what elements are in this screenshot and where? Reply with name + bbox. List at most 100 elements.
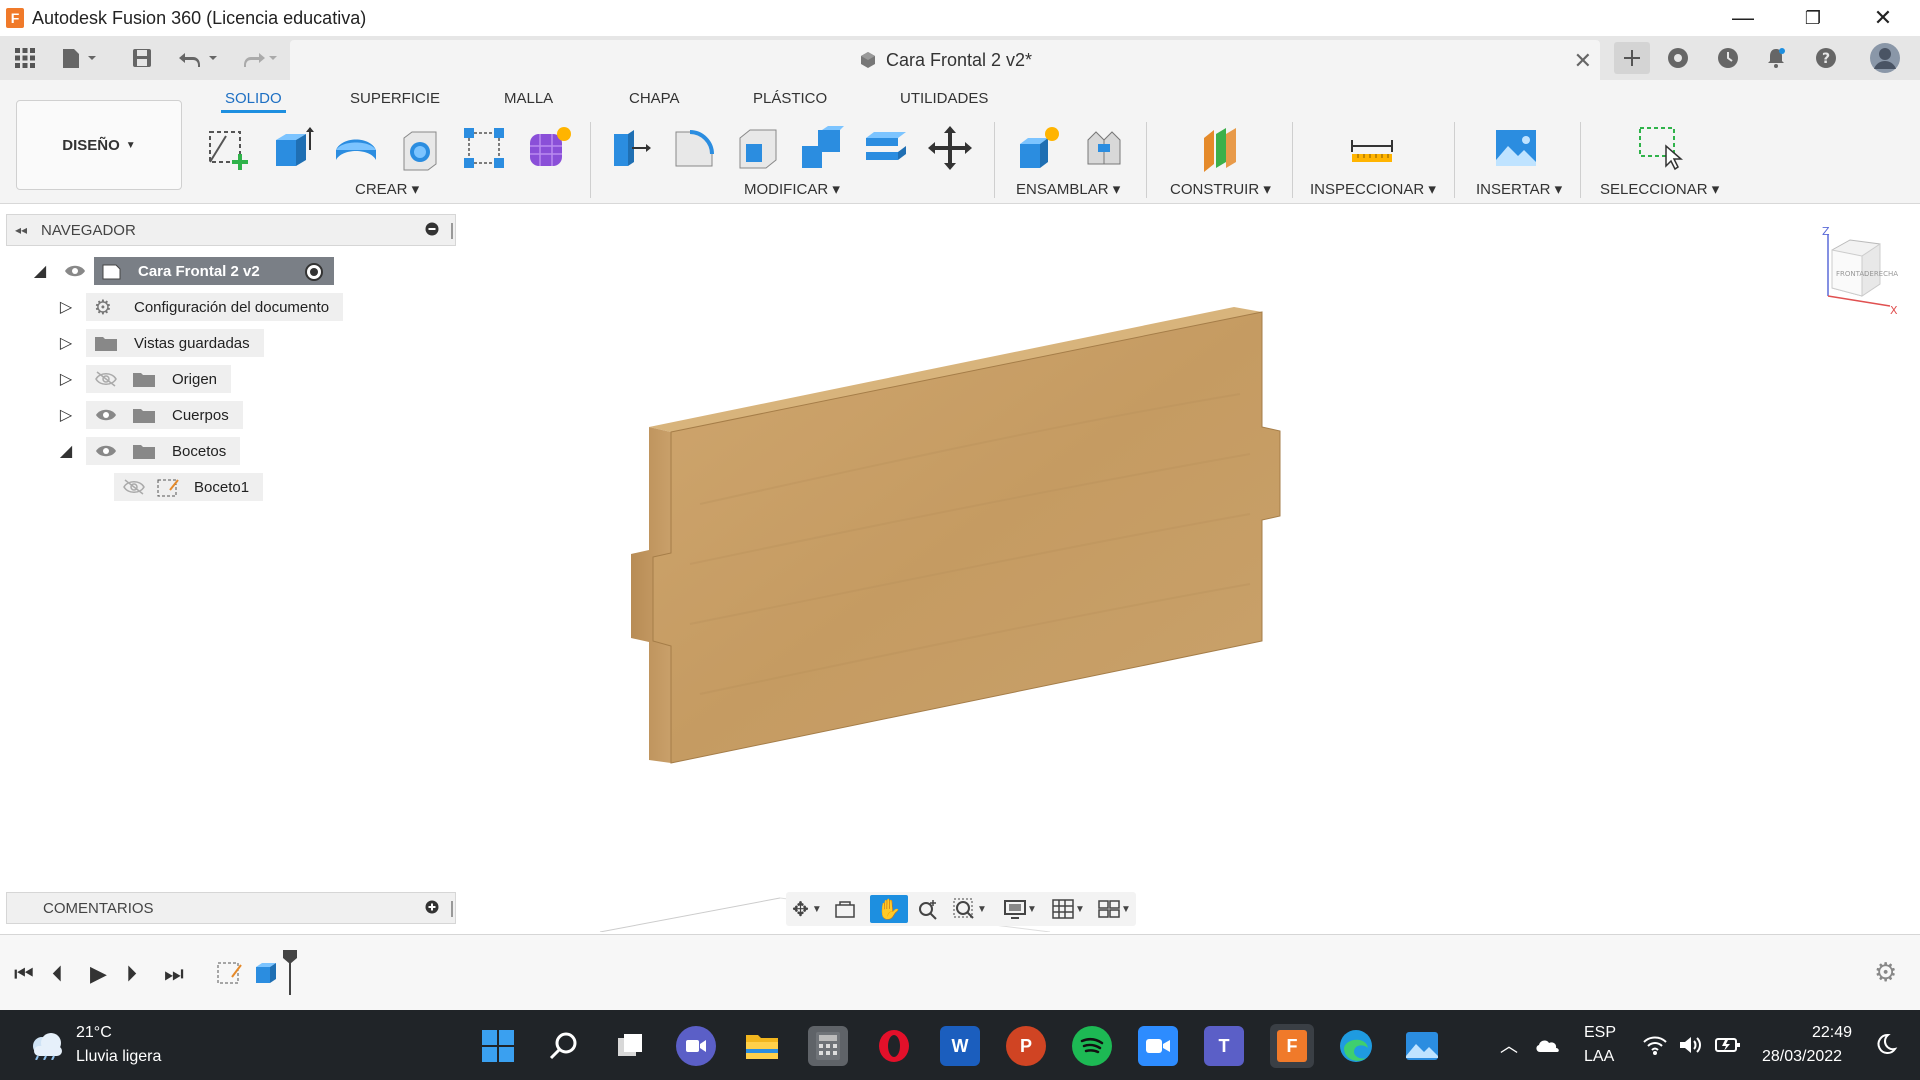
measure-tool[interactable]: [1346, 122, 1398, 174]
collapse-panel-icon[interactable]: ◂◂: [15, 223, 27, 237]
tab-solido[interactable]: SOLIDO: [221, 90, 286, 113]
weather-temperature[interactable]: 21°C: [76, 1024, 112, 1042]
insert-canvas-tool[interactable]: [1490, 122, 1542, 174]
apps-grid-icon[interactable]: [10, 44, 40, 72]
display-settings-icon[interactable]: ▼: [998, 895, 1042, 923]
new-component-tool[interactable]: [1012, 122, 1064, 174]
expand-triangle-icon[interactable]: ▷: [56, 332, 76, 354]
viewcube[interactable]: FRONTAL DERECHA Z X: [1810, 225, 1900, 317]
file-menu-icon[interactable]: [58, 44, 102, 72]
form-tool[interactable]: [522, 122, 574, 174]
group-crear[interactable]: CREAR ▾: [355, 180, 419, 198]
help-icon[interactable]: ?: [1812, 44, 1840, 72]
photos-icon[interactable]: [1402, 1026, 1442, 1066]
expand-triangle-icon[interactable]: ▷: [56, 368, 76, 390]
job-status-icon[interactable]: [1714, 44, 1742, 72]
group-insertar[interactable]: INSERTAR ▾: [1476, 180, 1562, 198]
press-pull-tool[interactable]: [604, 122, 656, 174]
tree-item-document-settings[interactable]: ▷ ⚙ Configuración del documento: [56, 293, 344, 321]
group-ensamblar[interactable]: ENSAMBLAR ▾: [1016, 180, 1120, 198]
look-at-icon[interactable]: [830, 895, 860, 923]
expand-triangle-icon[interactable]: ▷: [56, 296, 76, 318]
onedrive-cloud-icon[interactable]: [1534, 1036, 1562, 1059]
user-avatar[interactable]: [1868, 43, 1902, 73]
grid-settings-icon[interactable]: ▼: [1046, 895, 1090, 923]
timeline-first-icon[interactable]: ⏮: [14, 961, 34, 987]
visibility-eye-icon[interactable]: [64, 263, 86, 283]
minimize-button[interactable]: —: [1708, 0, 1778, 36]
wifi-icon[interactable]: [1642, 1034, 1668, 1061]
group-seleccionar[interactable]: SELECCIONAR ▾: [1600, 180, 1719, 198]
tab-utilidades[interactable]: UTILIDADES: [900, 90, 988, 107]
offset-plane-tool[interactable]: [1194, 122, 1246, 174]
timeline-marker-handle[interactable]: [282, 949, 298, 1000]
add-comment-icon[interactable]: [425, 900, 439, 918]
tab-plastico[interactable]: PLÁSTICO: [753, 90, 827, 107]
offset-face-tool[interactable]: [860, 122, 912, 174]
show-hidden-icons-chevron-icon[interactable]: ︿: [1500, 1032, 1518, 1058]
powerpoint-icon[interactable]: P: [1006, 1026, 1046, 1066]
clock-time[interactable]: 22:49: [1812, 1024, 1852, 1042]
pan-hand-icon[interactable]: ✋: [870, 895, 908, 923]
timeline-last-icon[interactable]: ⏭: [164, 961, 184, 987]
tree-item-sketches[interactable]: ◢ Bocetos: [56, 437, 241, 465]
navigator-panel-header[interactable]: ◂◂ NAVEGADOR: [6, 214, 456, 246]
combine-tool[interactable]: [796, 122, 848, 174]
panel-resize-handle[interactable]: [451, 223, 453, 239]
move-copy-tool[interactable]: [924, 122, 976, 174]
visibility-eye-icon[interactable]: [94, 407, 118, 423]
focus-moon-icon[interactable]: [1874, 1032, 1898, 1061]
hidden-eye-icon[interactable]: [122, 479, 146, 495]
file-explorer-icon[interactable]: [742, 1026, 782, 1066]
fusion-taskbar-icon[interactable]: F: [1270, 1024, 1314, 1068]
timeline-previous-icon[interactable]: ⏴: [52, 961, 63, 987]
weather-description[interactable]: Lluvia ligera: [76, 1048, 161, 1066]
extensions-icon[interactable]: [1664, 44, 1692, 72]
visibility-eye-icon[interactable]: [94, 443, 118, 459]
new-tab-button[interactable]: [1614, 42, 1650, 74]
collapse-triangle-icon[interactable]: ◢: [56, 440, 76, 462]
calculator-icon[interactable]: [808, 1026, 848, 1066]
windows-start-icon[interactable]: [478, 1026, 518, 1066]
tab-chapa[interactable]: CHAPA: [629, 90, 680, 107]
tree-item-origin[interactable]: ▷ Origen: [56, 365, 232, 393]
fillet-tool[interactable]: [668, 122, 720, 174]
spotify-icon[interactable]: [1072, 1026, 1112, 1066]
clock-date[interactable]: 28/03/2022: [1762, 1048, 1842, 1066]
edge-browser-icon[interactable]: [1336, 1026, 1376, 1066]
tab-superficie[interactable]: SUPERFICIE: [350, 90, 440, 107]
redo-icon[interactable]: [236, 44, 282, 72]
tree-item-bodies[interactable]: ▷ Cuerpos: [56, 401, 243, 429]
fit-zoom-icon[interactable]: ▼: [948, 895, 992, 923]
timeline-extrude-feature-icon[interactable]: [252, 957, 280, 992]
group-construir[interactable]: CONSTRUIR ▾: [1170, 180, 1271, 198]
close-window-button[interactable]: ✕: [1848, 0, 1918, 36]
canvas-viewport[interactable]: FRONTAL DERECHA Z X: [460, 204, 1920, 933]
tab-malla[interactable]: MALLA: [504, 90, 553, 107]
joint-tool[interactable]: [1078, 122, 1130, 174]
zoom-app-icon[interactable]: [1138, 1026, 1178, 1066]
document-tab[interactable]: Cara Frontal 2 v2* ✕: [290, 40, 1600, 80]
comments-panel-header[interactable]: COMENTARIOS: [6, 892, 456, 924]
undo-icon[interactable]: [176, 44, 222, 72]
restore-button[interactable]: ❐: [1778, 0, 1848, 36]
revolve-tool[interactable]: [330, 122, 382, 174]
tree-item-saved-views[interactable]: ▷ Vistas guardadas: [56, 329, 264, 357]
extrude-tool[interactable]: [266, 122, 318, 174]
task-view-icon[interactable]: [610, 1026, 650, 1066]
battery-icon[interactable]: [1714, 1034, 1742, 1061]
pattern-tool[interactable]: [458, 122, 510, 174]
root-component-label[interactable]: Cara Frontal 2 v2: [94, 257, 334, 285]
hole-tool[interactable]: [394, 122, 446, 174]
close-tab-button[interactable]: ✕: [1574, 48, 1592, 74]
volume-icon[interactable]: [1678, 1034, 1704, 1061]
shell-tool[interactable]: [732, 122, 784, 174]
search-icon[interactable]: [544, 1026, 584, 1066]
orbit-icon[interactable]: ✥ ▼: [786, 895, 828, 923]
group-modificar[interactable]: MODIFICAR ▾: [744, 180, 840, 198]
board-front-face[interactable]: [652, 311, 1281, 764]
create-sketch-tool[interactable]: [202, 122, 254, 174]
hidden-eye-icon[interactable]: [94, 371, 118, 387]
expand-triangle-icon[interactable]: ▷: [56, 404, 76, 426]
collapse-triangle-icon[interactable]: ◢: [30, 260, 50, 282]
